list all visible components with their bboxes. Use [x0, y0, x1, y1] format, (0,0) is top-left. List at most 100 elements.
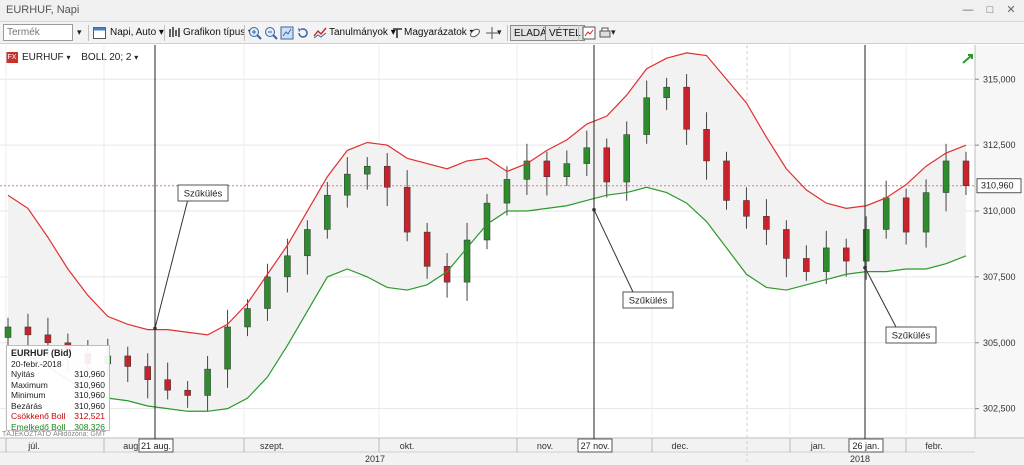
- print-icon[interactable]: [598, 26, 612, 40]
- candle-body: [483, 202, 491, 241]
- minimize-icon[interactable]: —: [960, 3, 976, 17]
- infobox-upper-band: Csökkenő Boll 312,521: [11, 411, 105, 421]
- candle-body: [324, 194, 331, 230]
- candle-body: [922, 192, 930, 233]
- infobox-title: EURHUF (Bid): [11, 348, 72, 358]
- candle-body: [364, 165, 371, 175]
- auto-fit-icon[interactable]: [280, 26, 294, 40]
- infobox-row: Nyitás 310,960: [11, 369, 105, 379]
- period-dropdown[interactable]: Napi, Auto ▾: [110, 25, 164, 41]
- eraser-icon[interactable]: [468, 26, 482, 40]
- candle-body: [144, 366, 151, 380]
- candle-body: [44, 334, 52, 344]
- chart-settings-icon[interactable]: [582, 26, 596, 40]
- candle-body: [743, 200, 750, 217]
- price-tick-label: 312,500: [983, 140, 1016, 150]
- window-title: EURHUF, Napi: [6, 4, 80, 16]
- candle-body: [244, 308, 251, 328]
- candle-body: [783, 229, 790, 259]
- candle-body: [344, 173, 351, 196]
- month-label: febr.: [925, 441, 943, 451]
- candle-body: [882, 197, 890, 230]
- annotation-label: Szűkülés: [629, 296, 668, 307]
- candle-body: [942, 160, 950, 193]
- infobox-row: Maximum 310,960: [11, 379, 105, 390]
- month-label: júl.: [27, 441, 40, 451]
- price-tick-label: 315,000: [983, 74, 1016, 84]
- annotation-anchor-dot: [863, 265, 867, 270]
- candle-body: [663, 86, 670, 98]
- price-chart[interactable]: 315,000 312,500 310,000 307,500 305,000 302,5…: [0, 45, 1024, 465]
- annotations-dropdown[interactable]: Magyarázatok ▾: [404, 25, 475, 41]
- price-tick-label: 307,500: [983, 272, 1016, 282]
- infobox-row: Minimum 310,960: [11, 390, 105, 400]
- infobox-date: 20-febr.-2018: [11, 358, 62, 369]
- candle-body: [4, 326, 12, 338]
- candle-body: [583, 147, 591, 164]
- candle-body: [184, 389, 191, 396]
- candle-body: [683, 86, 690, 130]
- candle-body: [124, 355, 131, 367]
- candle-body: [304, 229, 311, 257]
- candle-body: [423, 231, 431, 267]
- annotation-anchor-dot: [153, 326, 157, 331]
- candle-body: [763, 216, 770, 230]
- studies-dropdown[interactable]: Tanulmányok ▾: [329, 25, 396, 41]
- chart-toolbar: ▾ Napi, Auto ▾ Grafikon típus ▾ Tanulmán…: [0, 22, 1024, 44]
- price-tick-label: 305,000: [983, 338, 1016, 348]
- candle-body: [902, 197, 910, 233]
- current-price-label: 310,960: [981, 181, 1014, 191]
- month-label: okt.: [400, 441, 415, 451]
- candle-body: [24, 326, 32, 336]
- infobox-row: Bezárás 310,960: [11, 400, 105, 411]
- price-axis-background: [975, 45, 1024, 465]
- studies-icon: [313, 26, 327, 40]
- candle-body: [543, 160, 551, 178]
- candle-body: [723, 160, 730, 201]
- annotation-leader-line: [593, 209, 634, 293]
- candle-body: [843, 247, 850, 262]
- candle-body: [264, 276, 271, 309]
- product-search-input[interactable]: [3, 24, 73, 41]
- infobox-lower-band: Emelkedő Boll 308,326: [11, 421, 105, 432]
- price-info-box: EURHUF (Bid) 20-febr.-2018 Nyitás 310,960…: [6, 345, 110, 432]
- chart-type-dropdown[interactable]: Grafikon típus ▾: [183, 25, 253, 41]
- price-tick-label: 302,500: [983, 404, 1016, 414]
- candle-body: [284, 255, 291, 278]
- candle-body: [603, 147, 610, 183]
- calendar-icon: [93, 26, 107, 40]
- year-label: 2017: [365, 454, 385, 464]
- candle-body: [703, 129, 710, 162]
- expand-arrow-icon: [962, 54, 973, 64]
- candle-body: [962, 160, 970, 186]
- candle-body: [503, 179, 511, 204]
- month-label: nov.: [537, 441, 553, 451]
- month-label: jan.: [810, 441, 826, 451]
- zoom-in-icon[interactable]: [248, 26, 262, 40]
- dropdown-arrow-icon[interactable]: ▾: [497, 27, 511, 41]
- chart-type-icon: [168, 26, 182, 40]
- dropdown-arrow-icon[interactable]: ▾: [611, 27, 625, 41]
- month-label: aug.: [123, 441, 141, 451]
- annotation-leader-line: [154, 198, 189, 329]
- reset-icon[interactable]: [296, 26, 310, 40]
- annotation-anchor-dot: [592, 207, 596, 212]
- maximize-icon[interactable]: □: [982, 3, 998, 17]
- month-label: szept.: [260, 441, 284, 451]
- zoom-out-icon[interactable]: [264, 26, 278, 40]
- candle-body: [862, 229, 870, 262]
- annotation-label: Szűkülés: [892, 331, 931, 342]
- candle-body: [403, 187, 411, 233]
- candle-body: [623, 134, 630, 183]
- year-label: 2018: [850, 454, 870, 464]
- candle-body: [164, 379, 171, 391]
- candle-body: [383, 165, 391, 188]
- crosshair-date-label: 26 jan.: [852, 441, 879, 451]
- crosshair-date-label: 27 nov.: [581, 441, 610, 451]
- candle-body: [563, 163, 571, 178]
- candle-body: [643, 97, 650, 135]
- month-label: dec.: [671, 441, 688, 451]
- candle-body: [823, 247, 830, 272]
- close-icon[interactable]: ✕: [1003, 3, 1019, 17]
- candle-body: [803, 258, 810, 272]
